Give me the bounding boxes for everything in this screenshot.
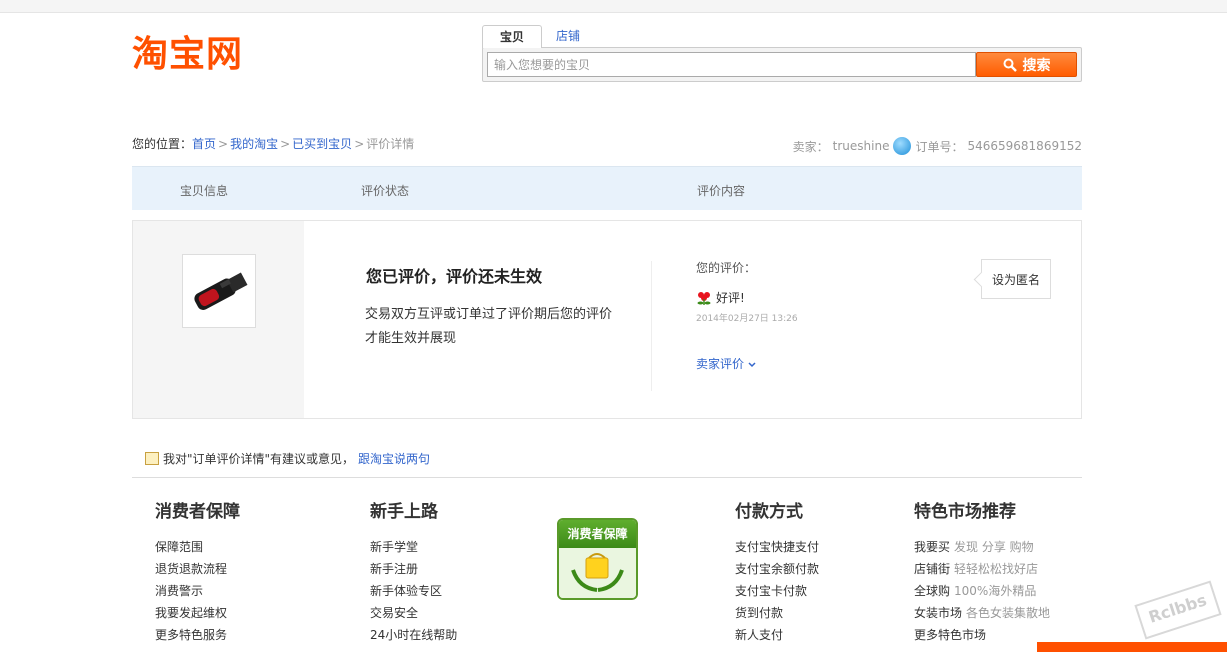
feedback-text: 我对"订单评价详情"有建议或意见， [163, 452, 355, 466]
order-number: 546659681869152 [967, 139, 1082, 153]
footer-col-title: 新手上路 [370, 502, 438, 522]
chevron-down-icon [748, 362, 756, 368]
tab-items[interactable]: 宝贝 [482, 25, 542, 48]
footer-link[interactable]: 消费警示 [155, 580, 240, 602]
footer-col-newbie: 新手上路 新手学堂 新手注册 新手体验专区 交易安全 24小时在线帮助 [370, 497, 457, 646]
rating: 好评! [696, 289, 745, 306]
search-icon [1003, 58, 1017, 72]
breadcrumb: 您的位置：首页 > 我的淘宝 > 已买到宝贝 > 评价详情 [132, 135, 414, 152]
order-label: 订单号： [915, 139, 964, 154]
search-area: 宝贝 店铺 搜索 [482, 25, 1082, 82]
footer-link[interactable]: 支付宝快捷支付 [735, 536, 819, 558]
footer-divider [132, 477, 1082, 478]
footer-link[interactable]: 支付宝卡付款 [735, 580, 819, 602]
search-button[interactable]: 搜索 [976, 52, 1077, 77]
breadcrumb-bought-items[interactable]: 已买到宝贝 [292, 137, 352, 151]
search-input[interactable] [487, 52, 976, 77]
flower-icon [697, 291, 711, 305]
breadcrumb-separator: > [218, 137, 229, 151]
footer-link[interactable]: 更多特色市场 [914, 624, 1050, 646]
set-anonymous-button[interactable]: 设为匿名 [981, 259, 1051, 299]
shopping-bag-icon [559, 548, 636, 598]
top-site-bar [0, 0, 1227, 13]
footer-link[interactable]: 我要买 发现 分享 购物 [914, 536, 1050, 558]
badge-label: 消费者保障 [559, 520, 636, 548]
seller-name[interactable]: trueshine [833, 139, 890, 153]
footer-link[interactable]: 新手学堂 [370, 536, 457, 558]
review-status-title: 您已评价，评价还未生效 [366, 267, 543, 286]
footer-link[interactable]: 交易安全 [370, 602, 457, 624]
header-review-content: 评价内容 [697, 184, 746, 198]
breadcrumb-prefix: 您的位置： [132, 137, 193, 151]
footer-link[interactable]: 新手注册 [370, 558, 457, 580]
footer-link[interactable]: 新人支付 [735, 624, 819, 646]
your-review-label: 您的评价： [696, 261, 757, 275]
consumer-protection-badge[interactable]: 消费者保障 [557, 518, 638, 600]
column-divider [651, 261, 652, 391]
search-button-label: 搜索 [1022, 57, 1051, 74]
wangwang-chat-icon[interactable] [893, 137, 912, 155]
header-item-info: 宝贝信息 [180, 184, 229, 198]
breadcrumb-separator: > [354, 137, 365, 151]
breadcrumb-current: 评价详情 [366, 137, 415, 151]
tab-shops[interactable]: 店铺 [548, 25, 588, 48]
footer-col-featured-markets: 特色市场推荐 我要买 发现 分享 购物 店铺街 轻轻松松找好店 全球购 100%海外精… [914, 497, 1050, 646]
footer-link[interactable]: 店铺街 轻轻松松找好店 [914, 558, 1050, 580]
search-tabs: 宝贝 店铺 [482, 25, 1082, 48]
item-thumbnail[interactable] [182, 254, 256, 328]
watermark: Rclbbs [1134, 580, 1222, 640]
feedback-bar: 我对"订单评价详情"有建议或意见， 跟淘宝说两句 [145, 450, 430, 467]
footer-link[interactable]: 我要发起维权 [155, 602, 240, 624]
usb-drive-image [194, 272, 248, 310]
table-header: 宝贝信息 评价状态 评价内容 [132, 166, 1082, 210]
review-status-desc: 交易双方互评或订单过了评价期后您的评价才能生效并展现 [365, 307, 613, 346]
rating-text: 好评! [716, 291, 745, 305]
search-box: 搜索 [482, 47, 1082, 82]
footer-col-consumer-protection: 消费者保障 保障范围 退货退款流程 消费警示 我要发起维权 更多特色服务 [155, 497, 240, 646]
breadcrumb-home[interactable]: 首页 [192, 137, 216, 151]
footer-link[interactable]: 支付宝余额付款 [735, 558, 819, 580]
breadcrumb-separator: > [280, 137, 291, 151]
footer-link[interactable]: 全球购 100%海外精品 [914, 580, 1050, 602]
footer-col-title: 特色市场推荐 [914, 502, 1016, 522]
order-info: 卖家： trueshine 订单号： 546659681869152 [793, 137, 1082, 155]
footer-link[interactable]: 货到付款 [735, 602, 819, 624]
seller-review-label: 卖家评价 [696, 357, 745, 371]
footer-col-payment: 付款方式 支付宝快捷支付 支付宝余额付款 支付宝卡付款 货到付款 新人支付 [735, 497, 819, 646]
footer-link[interactable]: 女装市场 各色女装集散地 [914, 602, 1050, 624]
feedback-icon [145, 452, 159, 465]
header-review-status: 评价状态 [361, 184, 410, 198]
item-info-cell [133, 221, 304, 418]
footer-link[interactable]: 新手体验专区 [370, 580, 457, 602]
taobao-logo[interactable]: 淘宝网 [132, 35, 243, 75]
seller-review-toggle[interactable]: 卖家评价 [696, 355, 756, 372]
footer-link[interactable]: 24小时在线帮助 [370, 624, 457, 646]
footer-link[interactable]: 更多特色服务 [155, 624, 240, 646]
breadcrumb-my-taobao[interactable]: 我的淘宝 [230, 137, 278, 151]
floating-toolbar-edge[interactable] [1037, 642, 1227, 652]
footer-link[interactable]: 退货退款流程 [155, 558, 240, 580]
feedback-link[interactable]: 跟淘宝说两句 [358, 450, 430, 467]
review-card: 您已评价，评价还未生效 交易双方互评或订单过了评价期后您的评价才能生效并展现 您… [132, 220, 1082, 419]
review-date: 2014年02月27日 13:26 [696, 314, 798, 324]
footer-link[interactable]: 保障范围 [155, 536, 240, 558]
footer-col-title: 消费者保障 [155, 502, 240, 522]
seller-label: 卖家： [792, 139, 829, 154]
footer-col-title: 付款方式 [735, 502, 803, 522]
